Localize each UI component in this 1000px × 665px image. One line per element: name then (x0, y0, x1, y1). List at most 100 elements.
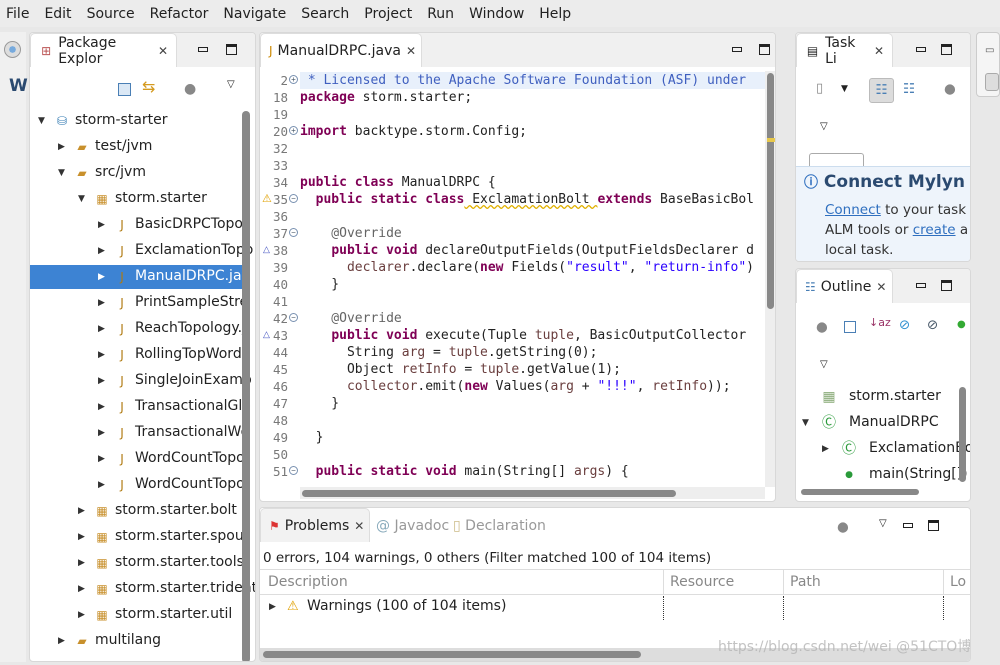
tree-item[interactable]: ▶ J ReachTopology.j (30, 317, 246, 341)
minimize-button[interactable] (198, 47, 208, 52)
menu-project[interactable]: Project (358, 6, 421, 22)
focus-icon[interactable]: ● (816, 319, 828, 335)
column-header[interactable]: Lo (950, 574, 966, 590)
tree-item[interactable]: ▼ ⛁ storm-starter (30, 109, 243, 133)
menu-edit[interactable]: Edit (38, 6, 80, 22)
sort-icon[interactable]: ↓az (869, 316, 891, 329)
hide-fields-icon[interactable]: ⊘ (899, 317, 910, 333)
tab-task-list[interactable]: ▤ Task Li ✕ (796, 33, 893, 67)
open-perspective-icon[interactable]: ▭ (985, 45, 994, 56)
chevron-right-icon[interactable]: ▶ (78, 532, 85, 542)
chevron-right-icon[interactable]: ▶ (78, 558, 85, 568)
tab-outline[interactable]: ☷ Outline ✕ (796, 269, 893, 303)
outline-item[interactable]: ▼ Ⓒ ManualDRPC (796, 411, 958, 435)
perspective-icon[interactable] (4, 41, 21, 58)
maximize-button[interactable] (941, 280, 952, 291)
tree-item[interactable]: ▼ ▰ src/jvm (30, 161, 243, 185)
tree-item[interactable]: ▶ J TransactionalWo (30, 421, 249, 445)
column-header[interactable]: Resource (670, 574, 734, 590)
tree-item[interactable]: ▶ ▦ storm.starter.util (30, 603, 243, 627)
maximize-button[interactable] (941, 44, 952, 55)
menu-search[interactable]: Search (295, 6, 358, 22)
chevron-right-icon[interactable]: ▶ (98, 454, 105, 464)
tree-item[interactable]: ▶ J RollingTopWords (30, 343, 249, 367)
chevron-right-icon[interactable]: ▶ (98, 376, 105, 386)
chevron-right-icon[interactable]: ▶ (98, 272, 105, 282)
chevron-right-icon[interactable]: ▶ (98, 246, 105, 256)
link-editor-icon[interactable]: ⇆ (142, 77, 155, 96)
minimize-button[interactable] (732, 47, 742, 52)
chevron-right-icon[interactable]: ▶ (98, 480, 105, 490)
menu-file[interactable]: File (0, 6, 38, 22)
tree-item[interactable]: ▶ J WordCountTopo (30, 447, 245, 471)
chevron-down-icon[interactable]: ▼ (802, 418, 809, 428)
java-perspective-icon[interactable] (985, 73, 999, 91)
column-header[interactable]: Description (268, 574, 348, 590)
maximize-button[interactable] (759, 44, 770, 55)
collapse-fold-icon[interactable]: − (289, 313, 298, 322)
column-header[interactable]: Path (790, 574, 821, 590)
sync-icon[interactable]: ● (944, 81, 956, 97)
hide-static-icon[interactable]: ⊘ (927, 317, 938, 333)
chevron-right-icon[interactable]: ▶ (58, 142, 65, 152)
close-icon[interactable]: ✕ (406, 44, 416, 58)
chevron-right-icon[interactable]: ▶ (98, 298, 105, 308)
minimize-button[interactable] (903, 523, 913, 528)
tab-package-explorer[interactable]: ⊞ Package Explor ✕ (30, 33, 177, 67)
collapse-fold-icon[interactable]: − (289, 466, 298, 475)
task-filter-input[interactable] (809, 153, 864, 167)
chevron-right-icon[interactable]: ▶ (78, 610, 85, 620)
view-menu-icon[interactable]: ▽ (227, 79, 235, 90)
new-task-icon[interactable]: ▯ (816, 81, 823, 96)
tab-declaration[interactable]: ▯ Declaration (453, 518, 546, 534)
chevron-right-icon[interactable]: ▶ (78, 584, 85, 594)
maximize-button[interactable] (928, 520, 939, 531)
tree-item[interactable]: ▶ J ManualDRPC.java (30, 265, 255, 289)
chevron-right-icon[interactable]: ▶ (58, 636, 65, 646)
menu-run[interactable]: Run (421, 6, 463, 22)
chevron-right-icon[interactable]: ▶ (822, 444, 829, 454)
tree-item[interactable]: ▶ J ExclamationTopo (30, 239, 253, 263)
collapse-fold-icon[interactable]: − (289, 194, 298, 203)
tree-item[interactable]: ▼ ▦ storm.starter (30, 187, 243, 211)
outline-scrollbar[interactable] (959, 387, 966, 482)
tree-item[interactable]: ▶ ▦ storm.starter.trident (30, 577, 255, 601)
close-icon[interactable]: ✕ (876, 280, 886, 294)
vertical-scrollbar[interactable] (765, 71, 775, 487)
close-icon[interactable]: ✕ (874, 44, 884, 58)
tree-item[interactable]: ▶ ▰ multilang (30, 629, 243, 653)
tree-item[interactable]: ▶ ▦ storm.starter.bolt (30, 499, 243, 523)
dropdown-icon[interactable]: ▼ (841, 84, 848, 94)
tree-item[interactable]: ▶ J WordCountTopo (30, 473, 245, 497)
tree-item[interactable]: ▶ J SingleJoinExamp (30, 369, 252, 393)
scheduled-icon[interactable]: ☷ (903, 81, 915, 97)
chevron-right-icon[interactable]: ▶ (98, 402, 105, 412)
chevron-right-icon[interactable]: ▶ (98, 324, 105, 334)
horizontal-scrollbar[interactable] (300, 487, 765, 499)
menu-source[interactable]: Source (81, 6, 144, 22)
expand-fold-icon[interactable]: + (289, 75, 298, 84)
maximize-button[interactable] (226, 44, 237, 55)
tab-javadoc[interactable]: @ Javadoc (376, 518, 449, 534)
view-menu-icon[interactable]: ▽ (820, 359, 828, 370)
tab-manualdrpc-java[interactable]: J ManualDRPC.java ✕ (260, 33, 422, 67)
chevron-down-icon[interactable]: ▼ (78, 194, 85, 204)
create-link[interactable]: create (913, 222, 956, 238)
collapse-fold-icon[interactable]: − (289, 228, 298, 237)
tree-item[interactable]: ▶ ▦ storm.starter.tools (30, 551, 244, 575)
chevron-down-icon[interactable]: ▼ (58, 168, 65, 178)
filter-icon[interactable]: ● (184, 81, 196, 97)
expand-arrow-icon[interactable]: ▶ (269, 602, 276, 612)
outline-item[interactable]: ▦ storm.starter (796, 385, 958, 409)
menu-navigate[interactable]: Navigate (217, 6, 295, 22)
close-icon[interactable]: ✕ (158, 44, 168, 58)
warning-lightbulb-icon[interactable]: ⚠ (262, 192, 272, 205)
close-icon[interactable]: ✕ (354, 519, 364, 533)
outline-hscrollbar[interactable] (801, 489, 919, 495)
view-menu-icon[interactable]: ▽ (879, 518, 887, 529)
tree-scrollbar[interactable] (242, 111, 250, 661)
categorized-icon[interactable]: ☷ (869, 78, 894, 103)
expand-fold-icon[interactable]: + (289, 126, 298, 135)
code-area[interactable]: 2 + * Licensed to the Apache Software Fou… (260, 72, 765, 486)
tree-item[interactable]: ▶ J PrintSampleStre (30, 291, 248, 315)
